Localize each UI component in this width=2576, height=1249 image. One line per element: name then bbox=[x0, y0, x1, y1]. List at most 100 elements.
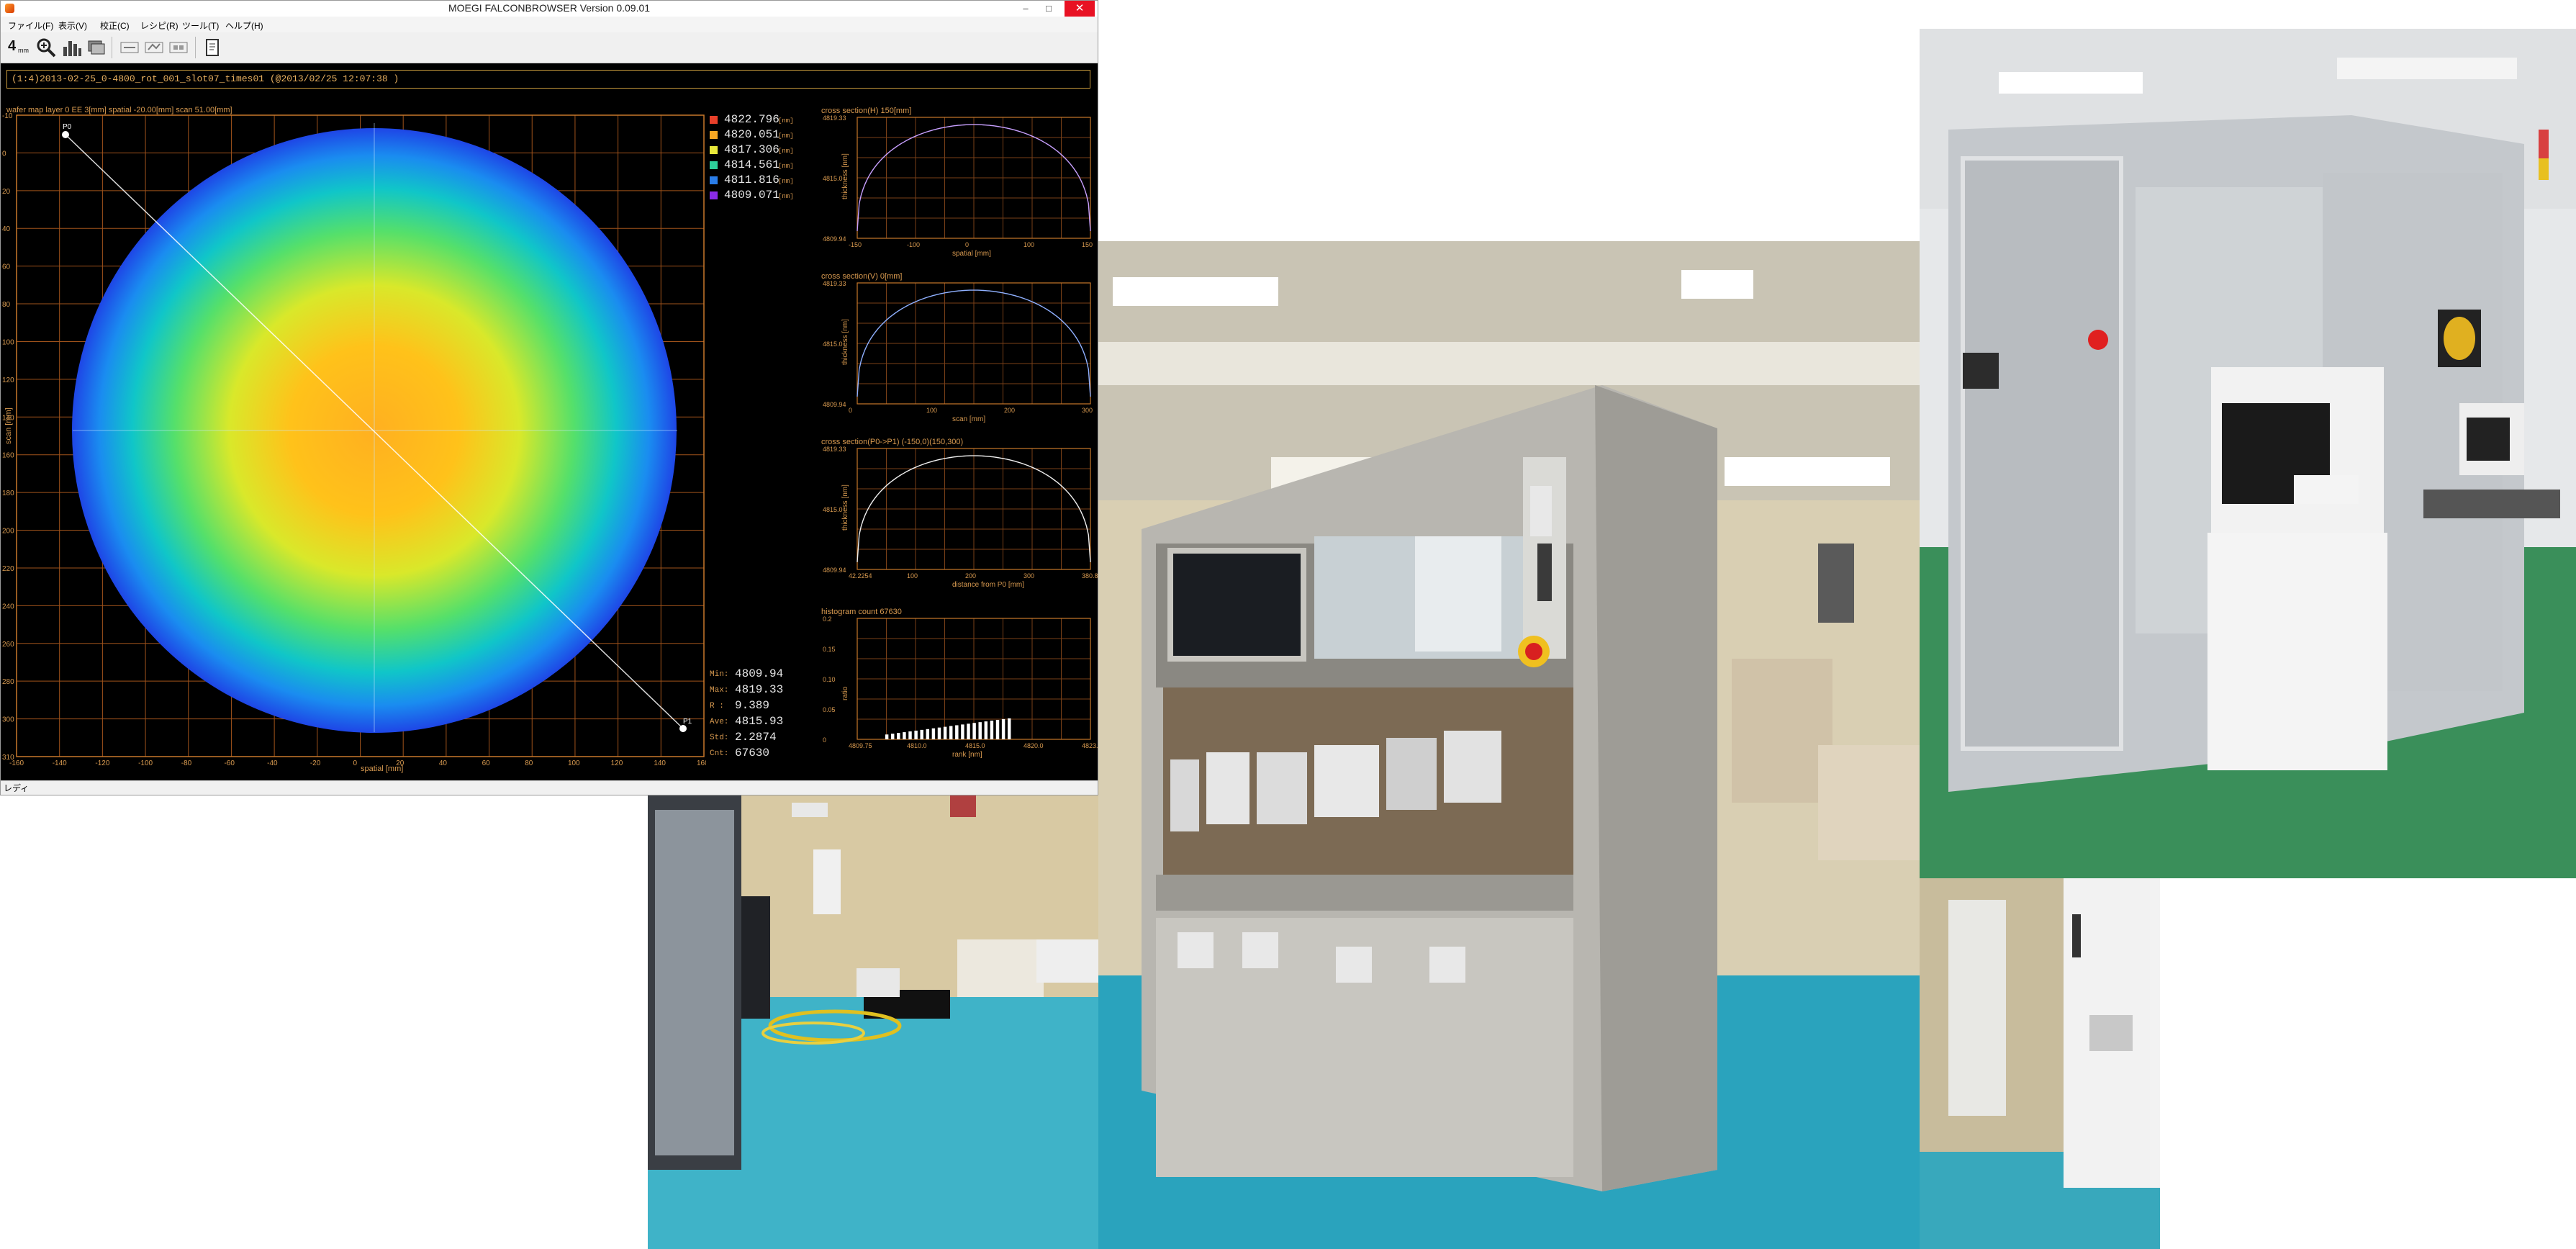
legend-unit: [nm] bbox=[778, 132, 794, 140]
chart-panel[interactable]: cross section(H) 150[mm]4819.334815.0480… bbox=[821, 107, 1093, 258]
legend-unit: [nm] bbox=[778, 163, 794, 170]
stat-max: Max: 4819.33 bbox=[710, 683, 803, 699]
chart-panel[interactable]: cross section(V) 0[mm]4819.334815.04809.… bbox=[821, 272, 1093, 423]
wafer-y-tick-label: 120 bbox=[2, 376, 14, 384]
menu-view[interactable]: 表示(V) bbox=[58, 19, 87, 32]
file-path-display: (1:4)2013-02-25_0-4800_rot_001_slot07_ti… bbox=[6, 70, 1090, 89]
chart-x-axis-label: scan [mm] bbox=[952, 415, 985, 423]
legend-value: 4811.816 bbox=[724, 173, 779, 186]
filter-icon-3[interactable] bbox=[168, 37, 189, 58]
maximize-button[interactable]: □ bbox=[1037, 1, 1060, 17]
menu-calibrate[interactable]: 校正(C) bbox=[100, 19, 130, 32]
layers-icon[interactable] bbox=[86, 37, 107, 58]
histogram-bar bbox=[920, 729, 923, 739]
chart-x-tick-label: 150 bbox=[1082, 241, 1093, 248]
legend-item: 4820.051 [nm] bbox=[710, 128, 794, 143]
close-button[interactable]: ✕ bbox=[1065, 1, 1095, 17]
wafer-y-tick-label: 220 bbox=[2, 565, 14, 573]
wafer-y-tick-label: -10 bbox=[2, 113, 13, 120]
p0-marker[interactable] bbox=[62, 131, 69, 138]
legend-item: 4817.306 [nm] bbox=[710, 143, 794, 158]
chart-x-tick-label: 100 bbox=[907, 572, 918, 580]
statistics-panel: Min: 4809.94 Max: 4819.33 R : 9.389 Ave: 481… bbox=[710, 667, 803, 762]
chart-x-axis-label: spatial [mm] bbox=[952, 250, 991, 258]
cross-section-charts: cross section(H) 150[mm]4819.334815.0480… bbox=[821, 107, 1098, 759]
chart-y-tick-label: 4809.94 bbox=[823, 401, 846, 408]
chart-y-axis-label: thickness [nm] bbox=[841, 319, 849, 365]
histogram-bar bbox=[978, 722, 982, 739]
chart-x-tick-label: 200 bbox=[965, 572, 976, 580]
chart-x-tick-label: 100 bbox=[1023, 241, 1034, 248]
histogram-bar bbox=[961, 724, 964, 739]
stat-min: Min: 4809.94 bbox=[710, 667, 803, 683]
menu-tools[interactable]: ツール(T) bbox=[182, 19, 219, 32]
application-window: MOEGI FALCONBROWSER Version 0.09.01 – □ … bbox=[0, 0, 1098, 795]
title-bar[interactable]: MOEGI FALCONBROWSER Version 0.09.01 – □ … bbox=[1, 1, 1098, 17]
chart-y-axis-label: thickness [nm] bbox=[841, 484, 849, 531]
chart-y-tick-label: 0.05 bbox=[823, 706, 836, 713]
histogram-bar bbox=[885, 734, 889, 739]
legend-value: 4817.306 bbox=[724, 143, 779, 156]
wafer-y-axis-label: scan [mm] bbox=[4, 407, 13, 444]
histogram-bar bbox=[949, 726, 953, 739]
menu-help[interactable]: ヘルプ(H) bbox=[225, 19, 263, 32]
wafer-y-tick-label: 160 bbox=[2, 452, 14, 460]
stat-label: Std: bbox=[710, 734, 729, 742]
wafer-x-tick-label: -100 bbox=[138, 759, 153, 767]
stat-label: Cnt: bbox=[710, 749, 729, 758]
wafer-x-tick-label: 160 bbox=[697, 759, 706, 767]
wafer-x-tick-label: -60 bbox=[224, 759, 235, 767]
wafer-y-tick-label: 100 bbox=[2, 338, 14, 346]
export-icon[interactable] bbox=[202, 37, 224, 58]
chart-panel[interactable]: histogram count 676300.2 0.15 0.10 0.05 0 480… bbox=[821, 608, 1098, 759]
chart-x-tick-label: 4823.16 bbox=[1082, 742, 1098, 749]
legend-swatch bbox=[710, 146, 718, 154]
status-bar: レディ bbox=[1, 780, 1098, 795]
wafer-y-tick-label: 40 bbox=[2, 225, 11, 233]
chart-x-axis-label: rank [nm] bbox=[952, 751, 982, 759]
wafer-y-tick-label: 310 bbox=[2, 754, 14, 762]
wafer-x-tick-label: 120 bbox=[611, 759, 623, 767]
wafer-x-tick-label: -140 bbox=[53, 759, 67, 767]
legend-swatch bbox=[710, 131, 718, 139]
wafer-y-tick-label: 60 bbox=[2, 263, 11, 271]
histogram-bar bbox=[972, 723, 976, 739]
histogram-bar bbox=[1001, 718, 1005, 739]
chart-x-tick-label: 300 bbox=[1082, 407, 1093, 414]
wafer-y-tick-label: 80 bbox=[2, 301, 11, 309]
chart-y-tick-label: 4819.33 bbox=[823, 114, 846, 122]
histogram-bar bbox=[995, 719, 1000, 739]
chart-y-tick-label: 4815.0 bbox=[823, 175, 843, 182]
menu-recipe[interactable]: レシピ(R) bbox=[140, 19, 178, 32]
stat-value: 9.389 bbox=[735, 699, 770, 712]
size-selector-button[interactable]: 4 mm bbox=[6, 37, 32, 58]
wafer-map[interactable]: P0 P1 -160 -140 -120 -100 -80 -60 -40 -20 0 20 40 6… bbox=[1, 113, 706, 775]
chart-panel[interactable]: cross section(P0->P1) (-150,0)(150,300)4… bbox=[821, 438, 1098, 589]
chart-x-tick-label: 42.2254 bbox=[849, 572, 872, 580]
chart-x-tick-label: 0 bbox=[849, 407, 852, 414]
chart-y-tick-label: 4815.0 bbox=[823, 506, 843, 513]
histogram-bar bbox=[908, 731, 912, 739]
stat-range: R : 9.389 bbox=[710, 699, 803, 715]
bar-chart-icon[interactable] bbox=[61, 37, 83, 58]
cleanroom-photo-strip bbox=[1920, 878, 2160, 1249]
toolbar-separator bbox=[195, 37, 196, 58]
filter-icon-1[interactable] bbox=[119, 37, 140, 58]
minimize-button[interactable]: – bbox=[1014, 1, 1037, 17]
wafer-x-tick-label: -40 bbox=[267, 759, 278, 767]
chart-x-tick-label: 100 bbox=[926, 407, 937, 414]
legend-swatch bbox=[710, 116, 718, 124]
chart-y-tick-label: 4809.94 bbox=[823, 235, 846, 243]
wafer-x-tick-label: 40 bbox=[439, 759, 448, 767]
size-selector-unit: mm bbox=[18, 47, 29, 54]
p1-marker[interactable] bbox=[679, 725, 687, 732]
chart-y-tick-label: 4809.94 bbox=[823, 567, 846, 574]
histogram-bar bbox=[967, 723, 970, 739]
thickness-legend: 4822.796 [nm] 4820.051 [nm] 4817.306 [nm] 4… bbox=[710, 113, 794, 204]
menu-bar: ファイル(F) 表示(V) 校正(C) レシピ(R) ツール(T) ヘルプ(H) bbox=[1, 17, 1098, 32]
filter-icon-2[interactable] bbox=[143, 37, 165, 58]
histogram-bar bbox=[914, 730, 918, 739]
menu-file[interactable]: ファイル(F) bbox=[8, 19, 53, 32]
zoom-icon[interactable] bbox=[35, 37, 57, 58]
wafer-y-tick-label: 200 bbox=[2, 528, 14, 536]
